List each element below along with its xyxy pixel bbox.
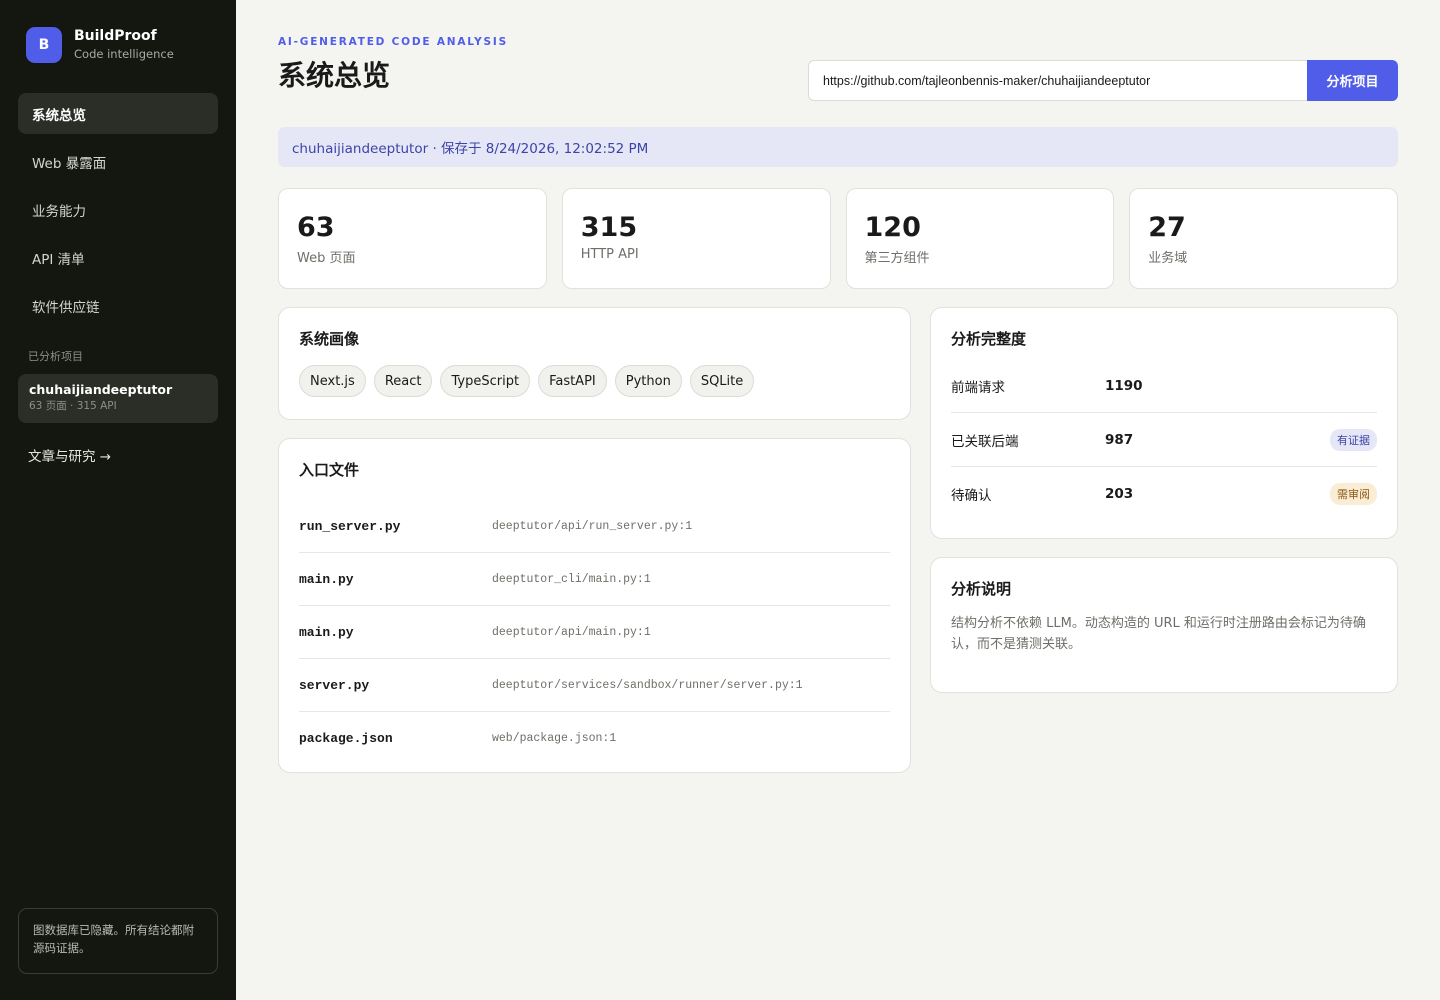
tech-tag: FastAPI	[538, 365, 607, 397]
nav-item-web-exposure[interactable]: Web 暴露面	[18, 141, 218, 182]
entry-file-row[interactable]: main.py deeptutor_cli/main.py:1	[299, 553, 890, 606]
saved-banner: chuhaijiandeeptutor · 保存于 8/24/2026, 12:…	[278, 127, 1398, 167]
stat-label: Web 页面	[297, 251, 356, 266]
project-meta: 63 页面 · 315 API	[29, 400, 117, 412]
entry-file-name: main.py	[299, 624, 354, 640]
metric-row-frontend-requests: 前端请求 1190	[951, 359, 1377, 413]
metric-label: 前端请求	[951, 379, 1005, 396]
articles-link[interactable]: 文章与研究 →	[18, 445, 218, 465]
nav-item-supply-chain[interactable]: 软件供应链	[18, 285, 218, 326]
tech-tag: Python	[614, 365, 682, 397]
entry-file-name: server.py	[299, 677, 370, 693]
entry-files-card: 入口文件 run_server.py deeptutor/api/run_ser…	[278, 438, 911, 773]
analysis-completeness-card: 分析完整度 前端请求 1190 已关联后端 987 有证据 待确认 203 需审	[930, 307, 1398, 539]
entry-file-name: package.json	[299, 731, 393, 746]
project-item[interactable]: chuhaijiandeeptutor 63 页面 · 315 API	[18, 374, 218, 423]
card-title: 分析完整度	[951, 330, 1027, 348]
analysis-note-text: 结构分析不依赖 LLM。动态构造的 URL 和运行时注册路由会标记为待确认，而不…	[951, 616, 1366, 652]
projects-section-label: 已分析项目	[28, 350, 83, 363]
entry-file-row[interactable]: run_server.py deeptutor/api/run_server.p…	[299, 500, 890, 553]
review-badge[interactable]: 需审阅	[1330, 483, 1377, 505]
stat-value: 120	[864, 212, 921, 243]
project-name: chuhaijiandeeptutor	[29, 382, 173, 397]
tech-tag: React	[373, 365, 433, 397]
entry-file-row[interactable]: server.py deeptutor/services/sandbox/run…	[299, 659, 890, 712]
stat-label: 业务域	[1148, 251, 1188, 266]
sidebar: B BuildProof Code intelligence 系统总览 Web …	[0, 0, 236, 1000]
main-content: AI-GENERATED CODE ANALYSIS 系统总览 分析项目 chu…	[236, 0, 1440, 1000]
evidence-badge: 有证据	[1330, 428, 1377, 451]
tech-tag: SQLite	[689, 365, 755, 397]
brand-subtitle: Code intelligence	[74, 47, 174, 61]
tech-tag: Next.js	[299, 365, 366, 397]
stat-value: 63	[297, 212, 335, 243]
stat-card-third-party: 120 第三方组件	[845, 188, 1115, 289]
stat-label: 第三方组件	[864, 251, 930, 266]
stat-value: 315	[580, 212, 638, 243]
entry-file-list: run_server.py deeptutor/api/run_server.p…	[299, 500, 890, 765]
entry-file-path: web/package.json:1	[492, 732, 617, 745]
metric-value: 987	[1105, 431, 1134, 448]
stat-card-http-api: 315 HTTP API	[561, 188, 831, 289]
page-eyebrow: AI-GENERATED CODE ANALYSIS	[278, 36, 508, 48]
metric-label: 已关联后端	[951, 433, 1019, 450]
entry-file-row[interactable]: package.json web/package.json:1	[299, 712, 890, 765]
card-title: 分析说明	[951, 580, 1012, 598]
metric-list: 前端请求 1190 已关联后端 987 有证据 待确认 203 需审阅	[951, 359, 1377, 521]
brand-logo: B	[26, 27, 62, 63]
sidebar-note: 图数据库已隐藏。所有结论都附源码证据。	[18, 908, 218, 974]
entry-file-path: deeptutor/api/run_server.py:1	[492, 519, 693, 533]
repo-url-input[interactable]	[808, 60, 1307, 101]
entry-file-path: deeptutor/api/main.py:1	[492, 625, 651, 639]
repo-search-bar: 分析项目	[808, 60, 1398, 101]
system-profile-card: 系统画像 Next.js React TypeScript FastAPI Py…	[278, 307, 911, 420]
metric-value: 1190	[1105, 377, 1143, 394]
metric-row-linked-backend: 已关联后端 987 有证据	[951, 413, 1377, 467]
tech-tags: Next.js React TypeScript FastAPI Python …	[299, 365, 890, 397]
nav-item-overview[interactable]: 系统总览	[18, 93, 218, 134]
entry-file-row[interactable]: main.py deeptutor/api/main.py:1	[299, 606, 890, 659]
metric-label: 待确认	[951, 488, 992, 504]
stat-card-domains: 27 业务域	[1129, 188, 1398, 289]
metric-value: 203	[1105, 486, 1134, 502]
analysis-notes-card: 分析说明 结构分析不依赖 LLM。动态构造的 URL 和运行时注册路由会标记为待…	[930, 557, 1398, 693]
entry-file-name: main.py	[299, 571, 354, 587]
stat-label: HTTP API	[580, 247, 639, 262]
main-nav: 系统总览 Web 暴露面 业务能力 API 清单 软件供应链	[18, 93, 218, 326]
brand-name: BuildProof	[74, 28, 157, 44]
metric-row-pending: 待确认 203 需审阅	[951, 467, 1377, 521]
card-title: 系统画像	[299, 330, 360, 348]
nav-item-business-capabilities[interactable]: 业务能力	[18, 189, 218, 230]
entry-file-name: run_server.py	[299, 518, 401, 534]
entry-file-path: deeptutor_cli/main.py:1	[492, 572, 651, 586]
stats-row: 63 Web 页面 315 HTTP API 120 第三方组件 27 业务域	[278, 188, 1398, 289]
analyze-button[interactable]: 分析项目	[1307, 60, 1398, 101]
stat-value: 27	[1148, 212, 1186, 243]
tech-tag: TypeScript	[440, 365, 531, 397]
card-title: 入口文件	[299, 461, 360, 479]
entry-file-path: deeptutor/services/sandbox/runner/server…	[492, 678, 803, 692]
nav-item-api-list[interactable]: API 清单	[18, 237, 218, 278]
stat-card-web-pages: 63 Web 页面	[278, 188, 547, 289]
brand[interactable]: B BuildProof Code intelligence	[18, 0, 218, 63]
